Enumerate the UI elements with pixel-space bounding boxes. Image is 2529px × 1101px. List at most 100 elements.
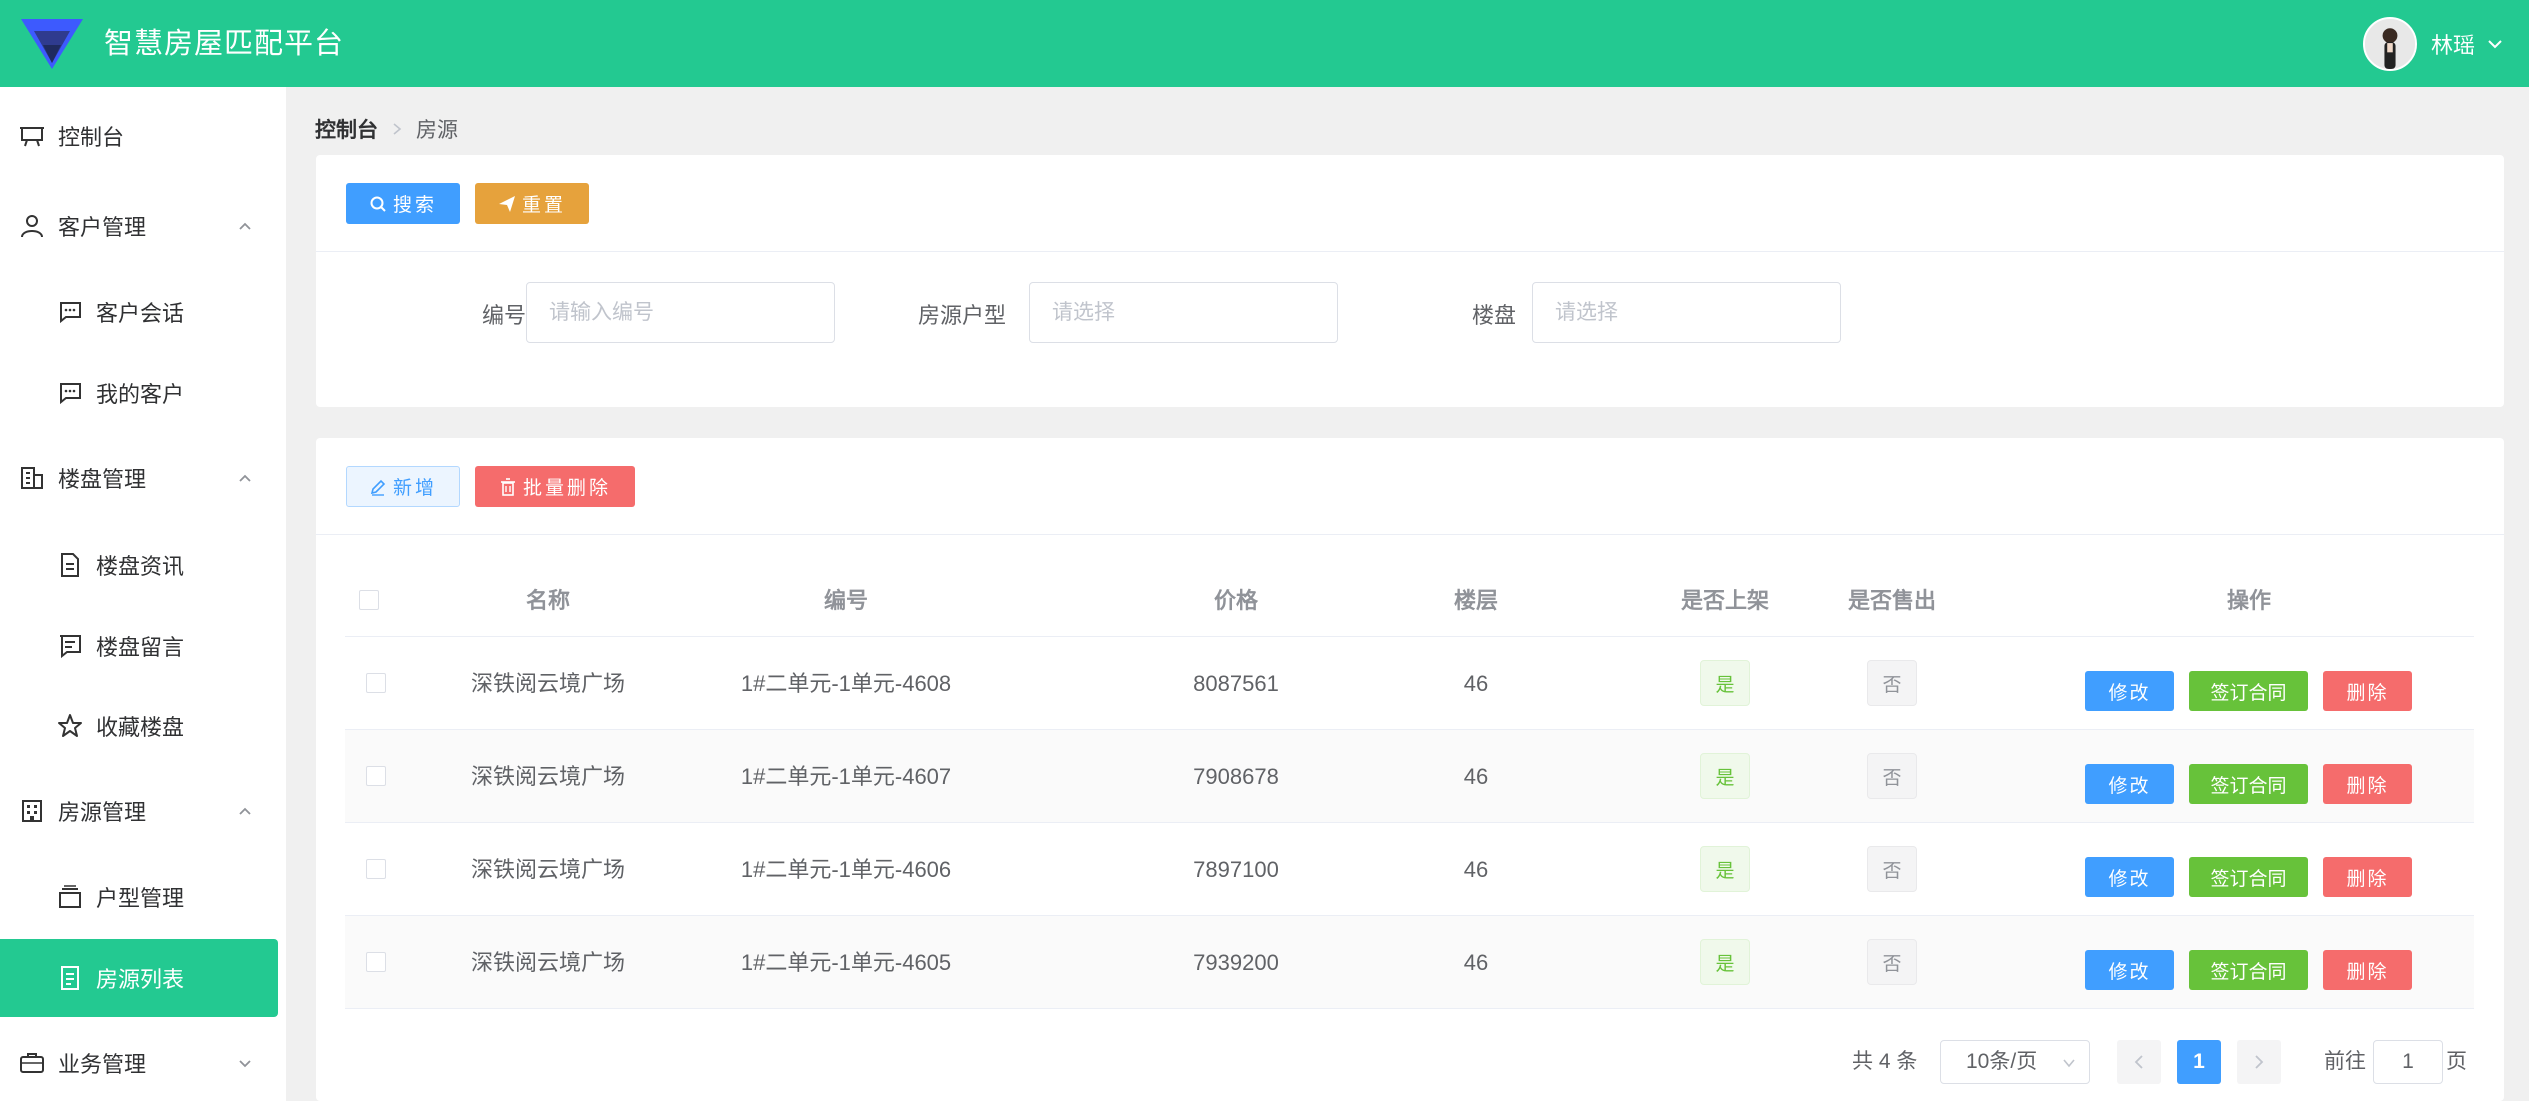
sign-contract-button[interactable]: 签订合同 xyxy=(2189,671,2308,711)
pagination-total: 共 4 条 xyxy=(1852,1050,1918,1073)
divider xyxy=(316,251,2504,252)
app-title: 智慧房屋匹配平台 xyxy=(104,28,345,60)
column-header-listed: 是否上架 xyxy=(1680,588,1769,613)
sign-contract-button[interactable]: 签订合同 xyxy=(2189,950,2308,990)
message-icon xyxy=(60,635,81,659)
sidebar-item-customer-management[interactable]: 客户管理 xyxy=(0,187,286,265)
column-header-price: 价格 xyxy=(1213,588,1258,613)
page-number-button[interactable]: 1 xyxy=(2177,1040,2221,1084)
row-checkbox[interactable] xyxy=(366,859,386,879)
select-all-checkbox[interactable] xyxy=(359,590,379,610)
user-menu[interactable]: 林瑶 xyxy=(2362,16,2505,72)
edit-button[interactable]: 修改 xyxy=(2085,857,2174,897)
search-icon xyxy=(370,196,386,212)
table-card: 新增 批量删除 名称 编号 价格 楼层 是否上架 是否售出 操作 深铁阅云境广场… xyxy=(316,438,2504,1101)
page-size-select[interactable]: 10条/页 xyxy=(1940,1040,2090,1084)
chevron-right-icon xyxy=(393,123,402,135)
property-select[interactable] xyxy=(1532,282,1841,343)
sidebar-item-property-news[interactable]: 楼盘资讯 xyxy=(0,526,286,604)
send-icon xyxy=(498,195,515,212)
cell-floor: 46 xyxy=(1463,671,1489,696)
briefcase-icon xyxy=(20,1053,44,1073)
sold-tag: 否 xyxy=(1867,939,1917,985)
edit-button[interactable]: 修改 xyxy=(2085,950,2174,990)
sidebar-item-listing-management[interactable]: 房源管理 xyxy=(0,772,286,850)
sidebar-item-listing-list[interactable]: 房源列表 xyxy=(0,939,278,1017)
table-row: 深铁阅云境广场 1#二单元-1单元-4607 7908678 46 是 否 修改… xyxy=(345,730,2474,823)
code-label: 编号 xyxy=(481,303,526,328)
cell-code: 1#二单元-1单元-4605 xyxy=(740,950,952,975)
edit-icon xyxy=(370,479,386,496)
presentation-icon xyxy=(20,127,44,147)
username[interactable]: 林瑶 xyxy=(2431,28,2475,60)
sidebar-item-property-comments[interactable]: 楼盘留言 xyxy=(0,607,286,685)
cell-name: 深铁阅云境广场 xyxy=(470,857,625,882)
sidebar-item-business-management[interactable]: 业务管理 xyxy=(0,1024,286,1101)
row-checkbox[interactable] xyxy=(366,766,386,786)
document-icon xyxy=(61,553,79,577)
sidebar-item-label: 房源列表 xyxy=(96,967,185,992)
top-header: 智慧房屋匹配平台 林瑶 xyxy=(0,0,2529,87)
pagination: 共 4 条 10条/页 1 前往 页 xyxy=(316,1040,2504,1084)
logo-icon xyxy=(21,19,83,69)
sidebar-item-unit-types[interactable]: 户型管理 xyxy=(0,858,286,936)
table-row: 深铁阅云境广场 1#二单元-1单元-4606 7897100 46 是 否 修改… xyxy=(345,823,2474,916)
cell-name: 深铁阅云境广场 xyxy=(470,764,625,789)
sidebar-item-label: 控制台 xyxy=(58,125,125,150)
chevron-down-icon[interactable] xyxy=(2485,34,2505,54)
sidebar-item-label: 客户管理 xyxy=(58,215,147,240)
delete-button[interactable]: 删除 xyxy=(2323,950,2412,990)
cell-floor: 46 xyxy=(1463,950,1489,975)
unit-type-select[interactable] xyxy=(1029,282,1338,343)
office-icon xyxy=(22,800,42,822)
avatar[interactable] xyxy=(2362,17,2417,71)
sidebar-item-label: 房源管理 xyxy=(58,800,147,825)
row-checkbox[interactable] xyxy=(366,952,386,972)
listed-tag: 是 xyxy=(1700,753,1750,799)
sidebar-item-dashboard[interactable]: 控制台 xyxy=(0,97,286,175)
delete-button[interactable]: 删除 xyxy=(2323,764,2412,804)
search-card: 搜索 重置 编号 房源户型 楼盘 xyxy=(316,155,2504,407)
sidebar-item-customer-chat[interactable]: 客户会话 xyxy=(0,273,286,351)
sign-contract-button[interactable]: 签订合同 xyxy=(2189,857,2308,897)
edit-button[interactable]: 修改 xyxy=(2085,764,2174,804)
sign-contract-button[interactable]: 签订合同 xyxy=(2189,764,2308,804)
sidebar-item-label: 收藏楼盘 xyxy=(96,715,185,740)
cell-price: 7897100 xyxy=(1193,857,1279,882)
row-checkbox[interactable] xyxy=(366,673,386,693)
code-input[interactable] xyxy=(526,282,835,343)
next-page-button[interactable] xyxy=(2237,1040,2281,1084)
edit-button[interactable]: 修改 xyxy=(2085,671,2174,711)
delete-button[interactable]: 删除 xyxy=(2323,857,2412,897)
sidebar-item-label: 楼盘管理 xyxy=(58,467,147,492)
table-row: 深铁阅云境广场 1#二单元-1单元-4608 8087561 46 是 否 修改… xyxy=(345,637,2474,730)
reset-button[interactable]: 重置 xyxy=(475,183,589,224)
divider xyxy=(316,534,2504,535)
breadcrumb-home[interactable]: 控制台 xyxy=(315,114,378,144)
column-header-actions: 操作 xyxy=(2226,588,2271,613)
sidebar-item-label: 业务管理 xyxy=(58,1052,147,1077)
sidebar-item-favorite-properties[interactable]: 收藏楼盘 xyxy=(0,687,286,765)
chevron-down-icon xyxy=(239,1060,251,1068)
search-button[interactable]: 搜索 xyxy=(346,183,460,224)
sidebar-item-property-management[interactable]: 楼盘管理 xyxy=(0,439,286,517)
listed-tag: 是 xyxy=(1700,660,1750,706)
sidebar: 控制台 客户管理 客户会话 我的客户 楼盘管理 楼盘资讯 楼盘留言 收藏楼盘 房… xyxy=(0,87,286,1101)
sidebar-item-label: 我的客户 xyxy=(96,382,185,407)
cell-code: 1#二单元-1单元-4608 xyxy=(740,671,952,696)
chevron-right-icon xyxy=(2255,1055,2264,1069)
cell-code: 1#二单元-1单元-4607 xyxy=(740,764,952,789)
user-icon xyxy=(21,215,43,238)
cell-floor: 46 xyxy=(1463,764,1489,789)
batch-delete-button[interactable]: 批量删除 xyxy=(475,466,635,507)
building-icon xyxy=(21,467,43,489)
sidebar-item-my-customers[interactable]: 我的客户 xyxy=(0,354,286,432)
cell-name: 深铁阅云境广场 xyxy=(470,950,625,975)
list-icon xyxy=(61,966,79,990)
listed-tag: 是 xyxy=(1700,939,1750,985)
prev-page-button[interactable] xyxy=(2117,1040,2161,1084)
goto-page-input[interactable] xyxy=(2373,1040,2443,1084)
add-button[interactable]: 新增 xyxy=(346,466,460,507)
delete-button[interactable]: 删除 xyxy=(2323,671,2412,711)
sidebar-item-label: 楼盘资讯 xyxy=(96,554,185,579)
